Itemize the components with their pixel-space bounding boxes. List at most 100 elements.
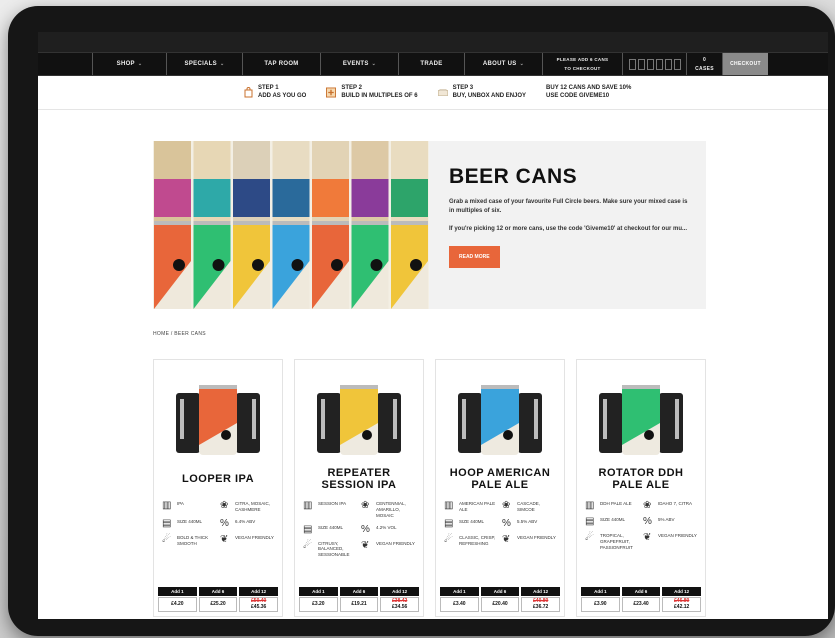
nav-shop-label: Shop [116, 61, 135, 67]
product-abv: 5.5% ABV [517, 518, 538, 524]
abv-icon: % [220, 517, 229, 529]
price-12-discounted: £42.12 [674, 603, 690, 610]
product-card[interactable]: ROTATOR DDH PALE ALE ▥ DDH Pale Ale ❀ Idah… [576, 359, 706, 617]
product-hops: Cascade, Simcoe [517, 501, 541, 512]
nav-about-us[interactable]: About Us ⌄ [464, 53, 542, 75]
beer-style-icon: ▥ [162, 500, 172, 511]
add-12-button[interactable]: Add 12 [239, 587, 279, 596]
price-6[interactable]: £20.40 [480, 597, 520, 612]
product-image[interactable] [295, 360, 423, 465]
product-attributes: ▥ DDH Pale Ale ❀ Idaho 7, Citra ▤ Size 440m… [577, 497, 705, 555]
add-1-button[interactable]: Add 1 [158, 587, 197, 596]
step-1: Step 1 Add as you go [243, 85, 306, 100]
checkout-label: Checkout [730, 61, 761, 67]
price-1[interactable]: £3.20 [299, 597, 338, 612]
page-title: BEER CANS [449, 165, 578, 188]
price-12[interactable]: £38.42 £34.56 [380, 597, 420, 612]
price-6[interactable]: £19.21 [339, 597, 379, 612]
nav-trade[interactable]: Trade [398, 53, 464, 75]
nav-tap-room[interactable]: Tap Room [242, 53, 320, 75]
beer-style-icon: ▥ [444, 500, 454, 511]
add-12-button[interactable]: Add 12 [662, 587, 702, 596]
product-vegan: Vegan Friendly [658, 533, 697, 538]
product-name[interactable]: ROTATOR DDH PALE ALE [577, 465, 705, 495]
product-grid: LOOPER IPA ▥ IPA ❀ Citra, Mosaic, Cashmere… [153, 359, 706, 617]
nav-events[interactable]: Events ⌄ [320, 53, 398, 75]
step-1-text: Add as you go [258, 92, 307, 99]
price-1[interactable]: £3.40 [440, 597, 479, 612]
add-6-button[interactable]: Add 6 [621, 587, 661, 596]
nav-specials[interactable]: Specials ⌄ [166, 53, 242, 75]
add-6-button[interactable]: Add 6 [198, 587, 238, 596]
product-image[interactable] [436, 360, 564, 465]
breadcrumb[interactable]: Home / Beer Cans [153, 331, 206, 337]
price-1[interactable]: £3.90 [581, 597, 620, 612]
product-name[interactable]: LOOPER IPA [154, 465, 282, 495]
price-12[interactable]: £50.40 £45.36 [239, 597, 279, 612]
product-image[interactable] [577, 360, 705, 465]
nav-tap-room-label: Tap Room [264, 61, 299, 67]
price-12-discounted: £34.56 [392, 603, 408, 610]
product-name[interactable]: HOOP AMERICAN PALE ALE [436, 465, 564, 495]
add-6-button[interactable]: Add 6 [480, 587, 520, 596]
product-card[interactable]: LOOPER IPA ▥ IPA ❀ Citra, Mosaic, Cashmere… [153, 359, 283, 617]
price-6-value: £19.21 [351, 600, 367, 607]
product-size: Size 440ml [600, 517, 626, 522]
nav-about-us-label: About Us [482, 61, 517, 67]
can-size-icon: ▤ [585, 516, 595, 527]
nav-events-label: Events [342, 61, 369, 67]
nav-shop[interactable]: Shop ⌄ [92, 53, 166, 75]
hero-description: Grab a mixed case of your favourite Full… [449, 199, 688, 215]
browser-screen: Shop ⌄ Specials ⌄ Tap Room Events ⌄ Trade A… [38, 32, 828, 619]
abv-icon: % [502, 517, 511, 529]
price-1-value: £3.40 [453, 600, 466, 607]
price-6-value: £23.40 [633, 600, 649, 607]
promo-line-2: to checkout [564, 65, 601, 71]
add-6-button[interactable]: Add 6 [339, 587, 379, 596]
price-12[interactable]: £40.80 £36.72 [521, 597, 561, 612]
cases-counter: 0 Cases [686, 53, 722, 75]
tablet-frame: Shop ⌄ Specials ⌄ Tap Room Events ⌄ Trade A… [8, 6, 835, 636]
add-12-button[interactable]: Add 12 [380, 587, 420, 596]
add-1-button[interactable]: Add 1 [299, 587, 338, 596]
product-name[interactable]: REPEATER SESSION IPA [295, 465, 423, 495]
product-style: American Pale Ale [459, 501, 496, 512]
box-icon [437, 87, 448, 99]
add-12-button[interactable]: Add 12 [521, 587, 561, 596]
product-attributes: ▥ IPA ❀ Citra, Mosaic, Cashmere ▤ Size 440m… [154, 497, 282, 550]
discount-title: Buy 12 cans and save 10% [546, 85, 632, 91]
abv-icon: % [643, 516, 652, 527]
cases-count: 0 [702, 56, 707, 63]
add-1-button[interactable]: Add 1 [581, 587, 620, 596]
product-card[interactable]: REPEATER SESSION IPA ▥ Session IPA ❀ Cente… [294, 359, 424, 617]
product-vegan: Vegan Friendly [376, 540, 415, 546]
product-card[interactable]: HOOP AMERICAN PALE ALE ▥ American Pale Al… [435, 359, 565, 617]
chevron-down-icon: ⌄ [371, 61, 377, 67]
chevron-down-icon: ⌄ [219, 61, 225, 67]
add-to-cart-options: Add 1 Add 6 Add 12 £3.40 £20.40 £40.80 £3… [440, 587, 561, 612]
discount-code-text: Use code Giveme10 [546, 92, 610, 99]
vegan-icon: ❦ [643, 532, 652, 543]
price-6-value: £20.40 [492, 600, 508, 607]
product-image[interactable] [154, 360, 282, 465]
price-6[interactable]: £23.40 [621, 597, 661, 612]
abv-icon: % [361, 523, 370, 535]
step-2-text: Build in multiples of 6 [341, 92, 418, 99]
checkout-button[interactable]: Checkout [722, 53, 768, 75]
product-taste: Citrusy, Balanced, Sessionable [318, 540, 350, 558]
hero-cans-image [153, 141, 429, 309]
price-6[interactable]: £25.20 [198, 597, 238, 612]
add-to-cart-options: Add 1 Add 6 Add 12 £3.90 £23.40 £46.80 £4… [581, 587, 702, 612]
vegan-icon: ❦ [220, 533, 229, 545]
hero-discount-note: If you're picking 12 or more cans, use t… [449, 225, 688, 232]
beer-style-icon: ▥ [303, 500, 313, 511]
product-style: Session IPA [318, 501, 347, 506]
add-1-button[interactable]: Add 1 [440, 587, 479, 596]
bag-icon [243, 87, 253, 99]
read-more-button[interactable]: Read More [449, 245, 500, 268]
price-12[interactable]: £46.80 £42.12 [662, 597, 702, 612]
price-1[interactable]: £4.20 [158, 597, 197, 612]
product-size: Size 440ml [177, 518, 203, 524]
product-taste: Classic, Crisp, Refreshing [459, 534, 496, 546]
